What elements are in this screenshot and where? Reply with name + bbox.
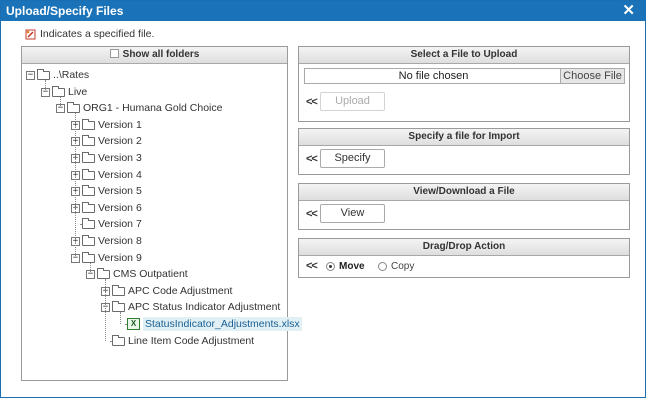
tree-connector <box>45 80 46 92</box>
folder-icon <box>82 168 95 180</box>
copy-radio[interactable] <box>378 262 387 271</box>
view-section-header: View/Download a File <box>299 184 629 201</box>
tree-connector <box>60 96 61 109</box>
view-button[interactable]: View <box>320 204 385 223</box>
folder-icon <box>82 218 95 230</box>
file-status-text: No file chosen <box>398 70 469 82</box>
tree-connector <box>105 279 106 341</box>
folder-label[interactable]: Version 3 <box>98 151 142 165</box>
specify-button[interactable]: Specify <box>320 149 385 168</box>
folder-tree-panel: Show all folders − ..\Rates − Live − ORG1 - H… <box>21 46 302 381</box>
folder-icon <box>82 152 95 163</box>
folder-icon <box>82 185 95 197</box>
specified-file-icon <box>25 29 36 40</box>
folder-icon <box>82 235 95 246</box>
collapse-chevron-icon[interactable]: << <box>306 260 318 272</box>
folder-icon <box>112 334 125 346</box>
folder-icon <box>37 69 50 80</box>
folder-label[interactable]: ORG1 - Humana Gold Choice <box>83 101 222 115</box>
choose-file-button[interactable]: Choose File <box>560 69 624 83</box>
upload-specify-dialog: Upload/Specify Files ✕ Indicates a speci… <box>0 0 646 398</box>
file-chooser[interactable]: No file chosen Choose File <box>304 68 625 84</box>
copy-radio-label[interactable]: Copy <box>391 261 414 272</box>
folder-label[interactable]: Version 8 <box>98 234 142 248</box>
folder-label[interactable]: Version 2 <box>98 134 142 148</box>
folder-label[interactable]: Live <box>68 85 87 99</box>
title-bar: Upload/Specify Files ✕ <box>1 1 645 21</box>
folder-icon <box>112 301 125 313</box>
dragdrop-section-header: Drag/Drop Action <box>299 239 629 256</box>
collapse-chevron-icon[interactable]: << <box>306 153 318 165</box>
close-icon[interactable]: ✕ <box>622 2 635 20</box>
folder-icon <box>67 102 80 114</box>
folder-label[interactable]: APC Status Indicator Adjustment <box>128 300 280 314</box>
folder-icon <box>112 284 125 296</box>
upload-section: Select a File to Upload No file chosen C… <box>298 46 630 122</box>
specify-section: Specify a file for Import << Specify <box>298 128 630 175</box>
file-label[interactable]: StatusIndicator_Adjustments.xlsx <box>143 317 302 331</box>
folder-label[interactable]: Line Item Code Adjustment <box>128 334 254 348</box>
tree-connector <box>75 113 76 258</box>
show-all-folders-header: Show all folders <box>22 47 287 64</box>
folder-icon <box>82 201 95 213</box>
folder-label[interactable]: Version 5 <box>98 184 142 198</box>
folder-label[interactable]: APC Code Adjustment <box>128 284 232 298</box>
folder-icon <box>97 268 110 280</box>
collapse-icon[interactable]: − <box>26 71 35 80</box>
show-all-folders-label[interactable]: Show all folders <box>123 49 200 60</box>
folder-tree: − ..\Rates − Live − ORG1 - Humana Gold Choice… <box>22 64 302 380</box>
folder-label[interactable]: Version 6 <box>98 201 142 215</box>
specify-section-header: Specify a file for Import <box>299 129 629 146</box>
move-radio-label[interactable]: Move <box>339 261 365 272</box>
folder-icon <box>82 135 95 147</box>
dialog-title: Upload/Specify Files <box>6 4 124 18</box>
dragdrop-section: Drag/Drop Action << Move Copy <box>298 238 630 278</box>
folder-icon <box>82 118 95 130</box>
folder-label[interactable]: Version 9 <box>98 251 142 265</box>
excel-file-icon: X <box>127 318 140 330</box>
folder-icon <box>82 251 95 263</box>
folder-label[interactable]: ..\Rates <box>53 68 89 82</box>
folder-label[interactable]: Version 7 <box>98 217 142 231</box>
collapse-chevron-icon[interactable]: << <box>306 96 318 108</box>
folder-label[interactable]: Version 4 <box>98 168 142 182</box>
show-all-folders-checkbox[interactable] <box>109 49 119 58</box>
view-section: View/Download a File << View <box>298 183 630 230</box>
tree-connector <box>120 312 121 324</box>
move-radio[interactable] <box>326 262 335 271</box>
tree-connector <box>90 262 91 275</box>
folder-label[interactable]: CMS Outpatient <box>113 267 188 281</box>
upload-button[interactable]: Upload <box>320 92 385 111</box>
hint-text: Indicates a specified file. <box>40 28 155 40</box>
folder-label[interactable]: Version 1 <box>98 118 142 132</box>
folder-icon <box>52 85 65 97</box>
collapse-chevron-icon[interactable]: << <box>306 208 318 220</box>
upload-section-header: Select a File to Upload <box>299 47 629 64</box>
